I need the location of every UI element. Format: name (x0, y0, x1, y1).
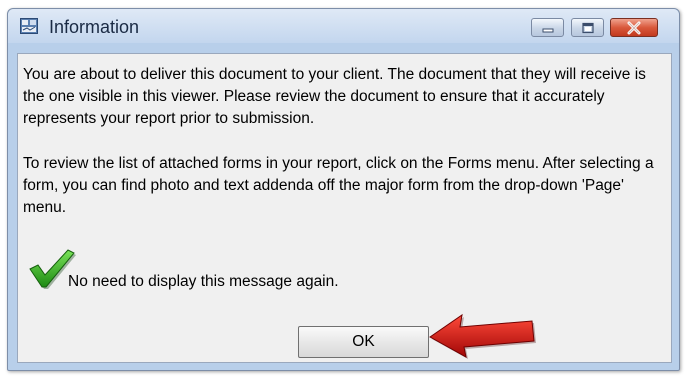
dont-show-again-label[interactable]: No need to display this message again. (68, 273, 339, 291)
maximize-icon (581, 22, 594, 33)
red-arrow-icon (429, 313, 536, 359)
information-dialog: Information You are about to deliver thi… (7, 8, 680, 371)
app-icon (20, 18, 38, 34)
maximize-button[interactable] (571, 18, 604, 37)
ok-button[interactable]: OK (298, 326, 429, 358)
window-title: Information (49, 17, 140, 37)
ok-button-label: OK (352, 333, 375, 350)
minimize-button[interactable] (531, 18, 564, 37)
minimize-icon (542, 28, 553, 32)
message-paragraph-2: To review the list of attached forms in … (23, 155, 654, 216)
dialog-body: You are about to deliver this document t… (17, 53, 672, 363)
close-icon (627, 21, 641, 34)
close-button[interactable] (610, 18, 658, 37)
title-bar[interactable]: Information (8, 9, 679, 43)
message-paragraph-1: You are about to deliver this document t… (23, 66, 646, 127)
